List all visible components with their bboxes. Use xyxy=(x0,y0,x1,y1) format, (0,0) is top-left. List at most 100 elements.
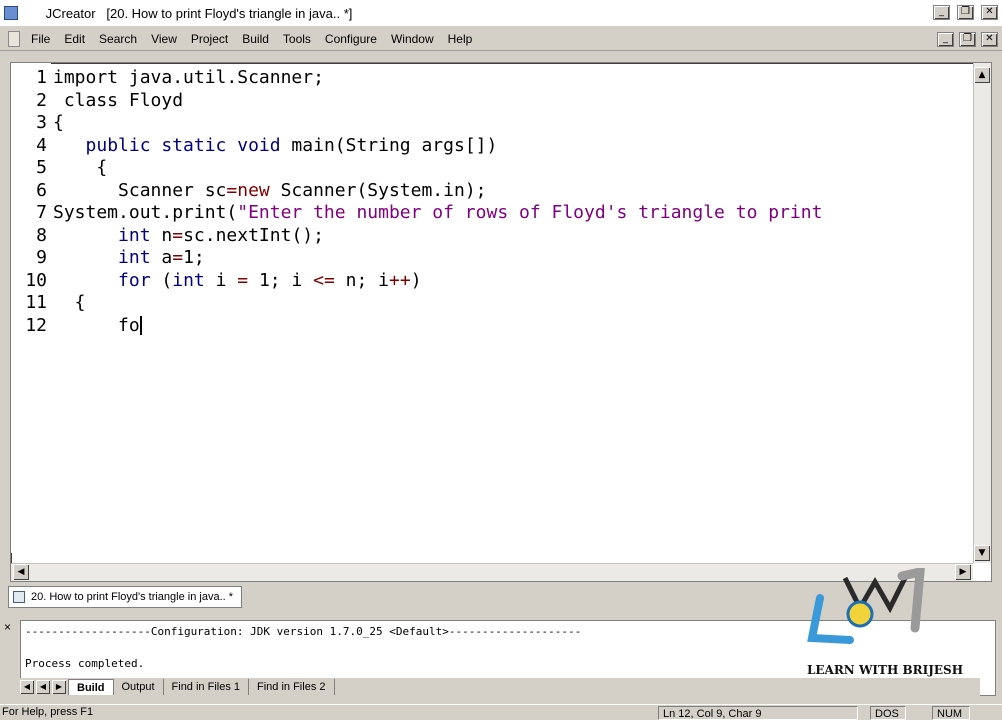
code-line[interactable]: Scanner sc=new Scanner(System.in); xyxy=(53,179,487,201)
vertical-scrollbar[interactable]: ▲ ▼ xyxy=(973,63,991,563)
text-caret xyxy=(139,316,142,335)
close-button[interactable]: ✕ xyxy=(981,5,998,20)
code-line[interactable]: { xyxy=(53,112,64,133)
code-token: { xyxy=(53,112,64,133)
code-token: = xyxy=(237,269,249,291)
code-line[interactable]: class Floyd xyxy=(53,90,183,111)
menu-bar: File Edit Search View Project Build Tool… xyxy=(0,27,1002,51)
config-line: -------------------Configuration: JDK ve… xyxy=(25,625,582,638)
title-bar: JCreator [20. How to print Floyd's trian… xyxy=(0,0,1002,26)
code-token: n; i xyxy=(334,269,390,291)
tab-find-in-files-2[interactable]: Find in Files 2 xyxy=(249,679,335,695)
line-number: 10 xyxy=(25,269,47,291)
code-token: = xyxy=(172,224,184,246)
code-token: i xyxy=(204,269,238,291)
line-number: 12 xyxy=(25,314,47,336)
code-token: = xyxy=(172,247,184,268)
menu-tools[interactable]: Tools xyxy=(276,32,318,46)
tab-floyd-triangle[interactable]: 20. How to print Floyd's triangle in jav… xyxy=(8,586,243,608)
learn-with-brijesh-logo: LEARN WITH BRIJESH xyxy=(807,568,963,677)
scroll-down-icon[interactable]: ▼ xyxy=(974,545,990,561)
menu-build[interactable]: Build xyxy=(235,32,276,46)
code-line[interactable]: public static void main(String args[]) xyxy=(53,134,498,156)
line-number: 1 xyxy=(36,67,47,88)
line-number: 3 xyxy=(36,112,47,133)
line-number: 11 xyxy=(25,292,47,313)
code-token: <= xyxy=(313,269,335,291)
code-token: Scanner(System.in); xyxy=(269,179,487,201)
menu-search[interactable]: Search xyxy=(92,32,144,46)
code-token: ) xyxy=(410,269,422,291)
app-name: JCreator xyxy=(45,5,96,21)
code-line[interactable]: System.out.print("Enter the number of ro… xyxy=(53,202,822,223)
num-lock-indicator: NUM xyxy=(932,706,970,720)
code-token: n xyxy=(150,224,173,246)
code-token: int xyxy=(172,269,205,291)
code-token: =new xyxy=(226,179,270,201)
menu-configure[interactable]: Configure xyxy=(318,32,384,46)
line-number: 9 xyxy=(36,247,47,268)
code-token: int xyxy=(118,224,151,246)
minimize-button[interactable]: _ xyxy=(933,5,950,20)
code-token: int xyxy=(118,247,151,268)
code-line[interactable]: { xyxy=(53,157,107,178)
code-line[interactable]: { xyxy=(53,292,86,313)
tab-prev-icon[interactable]: ◀ xyxy=(36,680,50,694)
line-number: 4 xyxy=(36,134,47,156)
code-line[interactable]: import java.util.Scanner; xyxy=(53,67,324,88)
line-ending-indicator: DOS xyxy=(870,706,906,720)
code-token: 1; i xyxy=(248,269,314,291)
tab-find-in-files-1[interactable]: Find in Files 1 xyxy=(164,679,250,695)
code-token: System.out.print( xyxy=(53,202,238,223)
menu-view[interactable]: View xyxy=(144,32,184,46)
code-token: import java.util.Scanner; xyxy=(53,67,324,88)
line-number: 7 xyxy=(36,202,47,223)
jcreator-app-icon[interactable] xyxy=(4,6,18,20)
tab-first-icon[interactable]: ◀ xyxy=(20,680,34,694)
doc-close-button[interactable]: ✕ xyxy=(981,32,998,47)
code-token: Scanner sc xyxy=(53,179,227,201)
code-token: fo xyxy=(53,314,140,336)
code-token: main(String args[]) xyxy=(280,134,498,156)
code-token: sc.nextInt(); xyxy=(183,224,324,246)
doc-minimize-button[interactable]: _ xyxy=(937,32,954,47)
line-number-gutter: 1 2 3 4 5 6 7 8 9 10 11 12 xyxy=(11,63,51,553)
tab-output[interactable]: Output xyxy=(114,679,164,695)
doc-restore-button[interactable]: ❐ xyxy=(959,32,976,47)
code-line[interactable]: int n=sc.nextInt(); xyxy=(53,225,324,246)
code-token: for xyxy=(118,269,151,291)
tab-next-icon[interactable]: ▶ xyxy=(52,680,66,694)
tab-build[interactable]: Build xyxy=(68,679,114,695)
code-line[interactable]: fo xyxy=(53,315,142,336)
process-line: Process completed. xyxy=(25,657,145,670)
line-number: 6 xyxy=(36,179,47,201)
java-file-icon xyxy=(13,591,25,603)
cursor-position: Ln 12, Col 9, Char 9 xyxy=(658,706,858,720)
menu-window[interactable]: Window xyxy=(384,32,441,46)
code-editor[interactable]: 1 2 3 4 5 6 7 8 9 10 11 12 import java.util.Scanner… xyxy=(10,62,992,582)
restore-button[interactable]: ❐ xyxy=(957,5,974,20)
code-token: 1; xyxy=(183,247,205,268)
code-token: class Floyd xyxy=(53,89,184,111)
document-icon[interactable] xyxy=(8,30,20,47)
menu-help[interactable]: Help xyxy=(441,32,480,46)
code-token: "Enter the number of rows of Floyd's tri… xyxy=(237,202,823,223)
menu-project[interactable]: Project xyxy=(184,32,235,46)
menu-file[interactable]: File xyxy=(24,32,57,46)
scroll-left-icon[interactable]: ◀ xyxy=(13,564,29,580)
logo-text: LEARN WITH BRIJESH xyxy=(807,663,963,677)
close-output-icon[interactable]: × xyxy=(4,620,11,634)
code-line[interactable]: int a=1; xyxy=(53,247,205,268)
scroll-up-icon[interactable]: ▲ xyxy=(974,67,990,83)
line-number: 5 xyxy=(36,157,47,178)
jcreator-window: JCreator [20. How to print Floyd's trian… xyxy=(0,0,1002,720)
line-number: 8 xyxy=(36,224,47,246)
code-line[interactable]: for (int i = 1; i <= n; i++) xyxy=(53,270,422,291)
code-token: public static void xyxy=(85,134,281,156)
document-title: [20. How to print Floyd's triangle in ja… xyxy=(106,5,353,21)
menu-edit[interactable]: Edit xyxy=(57,32,92,46)
